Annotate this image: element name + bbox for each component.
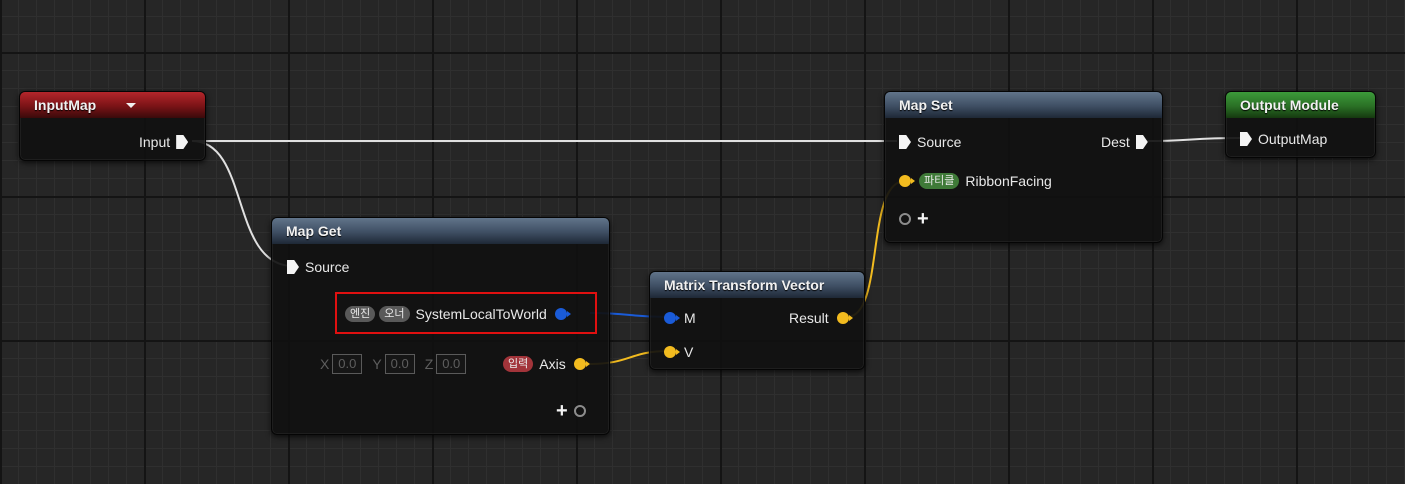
input-namespace-badge: 입력: [503, 356, 534, 372]
output-map-exec-pin-icon[interactable]: [1240, 132, 1252, 146]
map-get-add-pin-row[interactable]: +: [556, 401, 586, 421]
output-map-pin-row[interactable]: OutputMap: [1240, 129, 1327, 149]
highlight-box: [335, 292, 597, 334]
y-value-field[interactable]: 0.0: [384, 354, 415, 374]
input-map-output-pin-row[interactable]: Input: [139, 132, 189, 152]
result-pin-label: Result: [789, 310, 829, 326]
map-set-node[interactable]: Map Set Source Dest 파티클 RibbonFacing +: [884, 91, 1163, 243]
m-input-pin-icon[interactable]: [664, 312, 680, 324]
matrix-transform-vector-node[interactable]: Matrix Transform Vector M V Result: [649, 271, 865, 370]
map-set-source-exec-pin-icon[interactable]: [899, 135, 911, 149]
matrix-v-pin-row[interactable]: V: [664, 342, 693, 362]
output-module-header[interactable]: Output Module: [1226, 92, 1375, 118]
x-value-field[interactable]: 0.0: [332, 354, 363, 374]
add-pin-icon[interactable]: +: [556, 401, 568, 421]
v-input-pin-icon[interactable]: [664, 346, 680, 358]
map-get-header[interactable]: Map Get: [272, 218, 609, 244]
add-pin-socket-icon[interactable]: [573, 405, 586, 417]
map-set-dest-exec-pin-icon[interactable]: [1135, 135, 1148, 149]
particles-namespace-badge: 파티클: [919, 173, 960, 189]
map-set-add-pin-socket-icon[interactable]: [899, 213, 911, 225]
matrix-result-pin-row[interactable]: Result: [789, 308, 853, 328]
map-get-source-label: Source: [305, 259, 350, 275]
input-map-title: InputMap: [34, 97, 97, 113]
map-set-source-pin-row[interactable]: Source: [899, 132, 961, 152]
map-set-dest-pin-row[interactable]: Dest: [1101, 132, 1148, 152]
map-set-add-pin-row[interactable]: +: [899, 209, 929, 229]
map-get-source-exec-pin-icon[interactable]: [287, 260, 299, 274]
map-set-add-pin-icon[interactable]: +: [917, 209, 929, 229]
output-module-node[interactable]: Output Module OutputMap: [1225, 91, 1376, 158]
map-get-axis-row[interactable]: 입력 Axis: [503, 354, 590, 374]
matrix-transform-vector-header[interactable]: Matrix Transform Vector: [650, 272, 864, 298]
axis-label: Axis: [539, 356, 566, 372]
map-set-header[interactable]: Map Set: [885, 92, 1162, 118]
input-map-node[interactable]: InputMap Input: [19, 91, 206, 161]
input-pin-label: Input: [139, 134, 171, 150]
ribbon-facing-input-pin-icon[interactable]: [899, 175, 915, 187]
ribbon-facing-label: RibbonFacing: [965, 173, 1052, 189]
x-label: X: [320, 356, 330, 372]
y-label: Y: [372, 356, 382, 372]
map-set-ribbon-facing-row[interactable]: 파티클 RibbonFacing: [899, 171, 1052, 191]
v-pin-label: V: [684, 344, 694, 360]
result-output-pin-icon[interactable]: [836, 312, 853, 324]
map-get-source-pin-row[interactable]: Source: [287, 257, 349, 277]
map-set-dest-label: Dest: [1101, 134, 1130, 150]
matrix-m-pin-row[interactable]: M: [664, 308, 696, 328]
output-module-title: Output Module: [1240, 97, 1339, 113]
input-map-header[interactable]: InputMap: [20, 92, 205, 118]
map-set-source-label: Source: [917, 134, 962, 150]
input-exec-pin-icon[interactable]: [176, 135, 189, 149]
z-label: Z: [424, 356, 434, 372]
vector-output-pin-icon[interactable]: [573, 358, 590, 370]
output-map-label: OutputMap: [1258, 131, 1328, 147]
axis-default-values: X 0.0 Y 0.0 Z 0.0: [320, 354, 476, 374]
map-set-title: Map Set: [899, 97, 953, 113]
matrix-transform-vector-title: Matrix Transform Vector: [664, 277, 825, 293]
wire-canvas: [191, 137, 1241, 365]
m-pin-label: M: [684, 310, 696, 326]
dropdown-arrow-icon[interactable]: [126, 103, 136, 108]
z-value-field[interactable]: 0.0: [436, 354, 467, 374]
map-get-title: Map Get: [286, 223, 342, 239]
